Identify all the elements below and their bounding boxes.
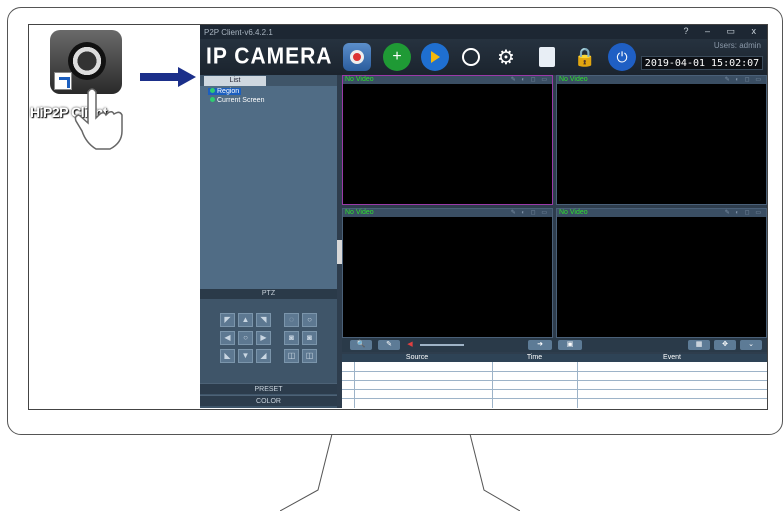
column-divider xyxy=(492,362,493,408)
cell-tool-icons[interactable]: ✎ ◐ ◻ ▭ xyxy=(725,76,763,84)
ptz-center-button[interactable]: ○ xyxy=(238,331,253,345)
power-icon[interactable]: ⏻ xyxy=(608,43,636,71)
tree-item-label: Region xyxy=(217,88,240,95)
video-cell-2[interactable]: No Video ✎ ◐ ◻ ▭ xyxy=(556,75,767,205)
video-status-text: No Video xyxy=(345,76,374,83)
focus-near-button[interactable]: ◙ xyxy=(284,331,299,345)
ptz-up-left-button[interactable]: ◤ xyxy=(220,313,235,327)
play-icon[interactable] xyxy=(421,43,449,71)
talk-icon[interactable]: ➜ xyxy=(528,340,552,350)
left-panel: List Region Current Screen PTZ ◤ ▲ ◥ ◀ ○… xyxy=(200,75,337,408)
brand-title: IP CAMERA xyxy=(206,43,333,70)
video-status: No Video ✎ ◐ ◻ ▭ xyxy=(557,76,766,84)
expand-icon[interactable]: ⌄ xyxy=(740,340,762,350)
window-controls[interactable]: ? – ▭ x xyxy=(683,26,763,37)
ptz-up-button[interactable]: ▲ xyxy=(238,313,253,327)
add-icon[interactable]: + xyxy=(383,43,411,71)
video-grid: No Video ✎ ◐ ◻ ▭ No Video ✎ ◐ ◻ ▭ No Video… xyxy=(342,75,767,338)
hand-pointer-icon xyxy=(74,88,123,150)
snapshot-icon[interactable]: ▣ xyxy=(558,340,582,350)
speaker-icon[interactable]: ◀ xyxy=(404,340,416,350)
event-table-header: Source Time Event xyxy=(342,354,767,362)
ptz-pad: ◤ ▲ ◥ ◀ ○ ▶ ◣ ▼ ◢ ◌ ○ ◙ ◙ ◫ ◫ xyxy=(214,313,324,367)
table-row xyxy=(342,398,767,399)
tree-item-label: Current Screen xyxy=(217,97,265,104)
video-status: No Video ✎ ◐ ◻ ▭ xyxy=(557,209,766,217)
zoom-in-button[interactable]: ◌ xyxy=(284,313,299,327)
table-row xyxy=(342,371,767,372)
window-title: P2P Client-v6.4.2.1 xyxy=(204,28,273,37)
app-window: P2P Client-v6.4.2.1 ? – ▭ x IP CAMERA + … xyxy=(200,25,767,408)
ptz-down-right-button[interactable]: ◢ xyxy=(256,349,271,363)
column-header-event[interactable]: Event xyxy=(577,354,767,362)
video-status-text: No Video xyxy=(345,209,374,216)
settings-icon[interactable]: ⚙ xyxy=(492,43,520,71)
video-cell-4[interactable]: No Video ✎ ◐ ◻ ▭ xyxy=(556,208,767,338)
cell-tool-icons[interactable]: ✎ ◐ ◻ ▭ xyxy=(725,209,763,217)
control-bar: 🔍 ✎ ◀ ➜ ▣ ▦ ✥ ⌄ xyxy=(342,338,767,352)
color-header[interactable]: COLOR xyxy=(200,395,337,406)
datetime-display: 2019-04-01 15:02:07 xyxy=(641,56,763,70)
cell-tool-icons[interactable]: ✎ ◐ ◻ ▭ xyxy=(511,209,549,217)
table-row xyxy=(342,389,767,390)
ptz-header[interactable]: PTZ xyxy=(200,289,337,299)
device-tree: Region Current Screen xyxy=(200,86,337,289)
ptz-down-left-button[interactable]: ◣ xyxy=(220,349,235,363)
ptz-up-right-button[interactable]: ◥ xyxy=(256,313,271,327)
tab-list[interactable]: List xyxy=(204,76,266,86)
video-cell-1[interactable]: No Video ✎ ◐ ◻ ▭ xyxy=(342,75,553,205)
record-icon[interactable] xyxy=(533,43,561,71)
ptz-right-button[interactable]: ▶ xyxy=(256,331,271,345)
cell-tool-icons[interactable]: ✎ ◐ ◻ ▭ xyxy=(511,76,549,84)
layout-icon[interactable]: ▦ xyxy=(688,340,710,350)
column-header-time[interactable]: Time xyxy=(492,354,577,362)
search-icon[interactable]: 🔍 xyxy=(350,340,372,350)
video-status-text: No Video xyxy=(559,76,588,83)
camera-icon[interactable] xyxy=(343,43,371,71)
lens-icon xyxy=(68,42,106,80)
users-label: Users: admin xyxy=(713,41,761,50)
video-cell-3[interactable]: No Video ✎ ◐ ◻ ▭ xyxy=(342,208,553,338)
column-header-source[interactable]: Source xyxy=(342,354,492,362)
video-status: No Video ✎ ◐ ◻ ▭ xyxy=(343,209,552,217)
table-row xyxy=(342,380,767,381)
ptz-icon[interactable] xyxy=(457,43,485,71)
iris-close-button[interactable]: ◫ xyxy=(302,349,317,363)
title-bar: P2P Client-v6.4.2.1 ? – ▭ x xyxy=(200,25,767,39)
video-status: No Video ✎ ◐ ◻ ▭ xyxy=(343,76,552,84)
iris-open-button[interactable]: ◫ xyxy=(284,349,299,363)
wrench-icon[interactable]: ✎ xyxy=(378,340,400,350)
tree-item-region[interactable]: Region xyxy=(208,88,242,95)
event-table: Source Time Event xyxy=(342,354,767,408)
video-status-text: No Video xyxy=(559,209,588,216)
lock-icon[interactable]: 🔒 xyxy=(571,43,599,71)
zoom-out-button[interactable]: ○ xyxy=(302,313,317,327)
monitor-stand xyxy=(280,434,520,511)
arrow-right-icon xyxy=(140,67,196,87)
fullscreen-icon[interactable]: ✥ xyxy=(714,340,736,350)
preset-header[interactable]: PRESET xyxy=(200,383,337,394)
tree-item-current-screen[interactable]: Current Screen xyxy=(208,97,266,104)
column-divider xyxy=(354,362,355,408)
ptz-down-button[interactable]: ▼ xyxy=(238,349,253,363)
column-divider xyxy=(577,362,578,408)
volume-slider[interactable] xyxy=(420,344,464,346)
toolbar: IP CAMERA + ⚙ 🔒 ⏻ Users: admin 2019-04-0… xyxy=(200,39,767,75)
focus-far-button[interactable]: ◙ xyxy=(302,331,317,345)
ptz-left-button[interactable]: ◀ xyxy=(220,331,235,345)
